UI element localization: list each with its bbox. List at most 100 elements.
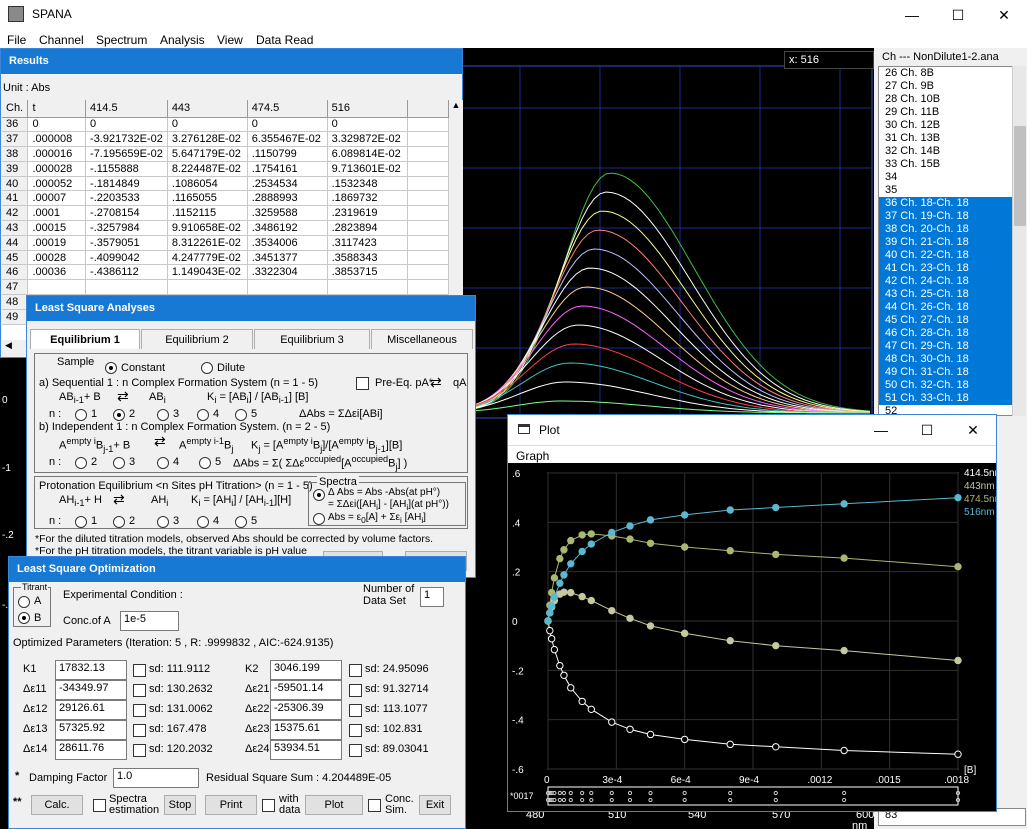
channel-list-item[interactable]: 33 Ch. 15B xyxy=(879,158,1025,171)
table-row[interactable]: 38.000016 -7.195659E-02 5.647179E-02.11507… xyxy=(2,146,449,162)
n-radio[interactable] xyxy=(157,516,169,528)
menu-data-read[interactable]: Data Read xyxy=(256,33,313,47)
table-cell[interactable]: .2534534 xyxy=(247,176,328,192)
spectra-estimation-checkbox[interactable] xyxy=(93,799,106,812)
table-cell[interactable]: 0 xyxy=(167,117,248,133)
table-cell[interactable]: 49 xyxy=(2,309,29,325)
channel-list-item[interactable]: 41 Ch. 23-Ch. 18 xyxy=(879,262,1025,275)
table-row[interactable]: 39.000028 -.1155888 8.224487E-02.1754161 9.… xyxy=(2,161,449,177)
n-radio[interactable] xyxy=(75,409,87,421)
channel-list-scrollbar[interactable] xyxy=(1012,66,1026,416)
channel-list-item[interactable]: 45 Ch. 27-Ch. 18 xyxy=(879,314,1025,327)
channel-list-item[interactable]: 27 Ch. 9B xyxy=(879,80,1025,93)
table-cell[interactable]: -.1155888 xyxy=(85,161,168,177)
spectra-abs-radio[interactable] xyxy=(313,513,325,525)
titrant-b-radio[interactable] xyxy=(18,612,30,624)
table-row[interactable]: 44.00019 -.3579051 8.312261E-02.3534006.31… xyxy=(2,235,449,251)
table-cell[interactable]: 37 xyxy=(2,131,29,148)
n-radio[interactable] xyxy=(113,409,125,421)
table-cell[interactable]: .3588343 xyxy=(327,250,408,266)
table-row[interactable]: 47 xyxy=(2,279,449,296)
num-data-input[interactable]: 1 xyxy=(420,587,444,607)
channel-list-item[interactable]: 38 Ch. 20-Ch. 18 xyxy=(879,223,1025,236)
table-cell[interactable]: 42 xyxy=(2,205,29,222)
n-radio[interactable] xyxy=(157,409,169,421)
channel-list-item[interactable]: 36 Ch. 18-Ch. 18 xyxy=(879,197,1025,210)
damping-input[interactable]: 1.0 xyxy=(113,768,199,788)
param-fix-checkbox[interactable] xyxy=(349,664,362,677)
table-cell[interactable]: -.4099042 xyxy=(85,250,168,266)
table-cell[interactable]: 0 xyxy=(27,117,87,133)
table-cell[interactable]: 0 xyxy=(247,117,328,133)
channel-list-item[interactable]: 51 Ch. 33-Ch. 18 xyxy=(879,392,1025,405)
table-row[interactable]: 40.000052 -.1814849.1086054.2534534.15323… xyxy=(2,176,449,192)
n-radio[interactable] xyxy=(197,516,209,528)
table-cell[interactable]: 5.647179E-02 xyxy=(167,146,248,162)
table-cell[interactable]: .00028 xyxy=(27,250,87,266)
table-cell[interactable]: .3259588 xyxy=(247,205,328,222)
channel-list-item[interactable]: 28 Ch. 10B xyxy=(879,93,1025,106)
n-radio[interactable] xyxy=(197,409,209,421)
table-cell[interactable]: 8.312261E-02 xyxy=(167,235,248,251)
channel-list-item[interactable]: 49 Ch. 31-Ch. 18 xyxy=(879,366,1025,379)
channel-list-item[interactable]: 48 Ch. 30-Ch. 18 xyxy=(879,353,1025,366)
table-cell[interactable]: 45 xyxy=(2,250,29,266)
table-cell[interactable]: 44 xyxy=(2,235,29,251)
table-cell[interactable]: 48 xyxy=(2,294,29,310)
table-cell[interactable]: .1150799 xyxy=(247,146,328,162)
table-cell[interactable]: .3486192 xyxy=(247,220,328,236)
n-radio[interactable] xyxy=(199,457,211,469)
table-cell[interactable]: 47 xyxy=(2,279,29,296)
table-cell[interactable]: .1086054 xyxy=(167,176,248,192)
table-cell[interactable]: .3322304 xyxy=(247,264,328,281)
param-fix-checkbox[interactable] xyxy=(349,704,362,717)
table-cell[interactable]: .00015 xyxy=(27,220,87,236)
channel-list[interactable]: 26 Ch. 8B 27 Ch. 9B 28 Ch. 10B 29 Ch. 11B 30… xyxy=(878,66,1026,416)
table-cell[interactable]: 41 xyxy=(2,190,29,207)
channel-list-item[interactable]: 34 xyxy=(879,171,1025,184)
table-row[interactable]: 45.00028 -.4099042 4.247779E-02.3451377.35… xyxy=(2,250,449,266)
table-cell[interactable]: 6.089814E-02 xyxy=(327,146,408,162)
plot-close-button[interactable]: ✕ xyxy=(950,415,996,445)
stop-button[interactable]: Stop xyxy=(164,795,196,815)
table-cell[interactable]: .1165055 xyxy=(167,190,248,207)
table-cell[interactable]: .00007 xyxy=(27,190,87,207)
table-row[interactable]: 41.00007 -.2203533.1165055.2888993.186973… xyxy=(2,190,449,207)
close-button[interactable]: ✕ xyxy=(981,0,1027,30)
channel-list-item[interactable]: 42 Ch. 24-Ch. 18 xyxy=(879,275,1025,288)
n-radio[interactable] xyxy=(75,516,87,528)
table-cell[interactable]: 40 xyxy=(2,176,29,192)
table-cell[interactable]: .3117423 xyxy=(327,235,408,251)
tab-miscellaneous[interactable]: Miscellaneous xyxy=(371,329,473,349)
table-cell[interactable]: 39 xyxy=(2,161,29,177)
spectra-delta-radio[interactable] xyxy=(313,489,325,501)
channel-list-item[interactable]: 44 Ch. 26-Ch. 18 xyxy=(879,301,1025,314)
param-value-input[interactable]: 53934.51 xyxy=(270,740,342,760)
plot-maximize-button[interactable]: ☐ xyxy=(904,415,950,445)
table-row[interactable]: 43.00015 -.3257984 9.910658E-02.3486192.28… xyxy=(2,220,449,236)
param-value-input[interactable]: 3046.199 xyxy=(270,660,342,680)
with-data-checkbox[interactable] xyxy=(262,799,275,812)
table-cell[interactable]: -.2708154 xyxy=(85,205,168,222)
table-cell[interactable]: 46 xyxy=(2,264,29,281)
menu-view[interactable]: View xyxy=(217,33,243,47)
table-cell[interactable]: .000028 xyxy=(27,161,87,177)
table-cell[interactable]: -3.921732E-02 xyxy=(85,131,168,148)
table-row[interactable]: 37.000008 -3.921732E-02 3.276128E-02 6.3554… xyxy=(2,131,449,148)
table-cell[interactable]: 8.224487E-02 xyxy=(167,161,248,177)
plot-minimize-button[interactable]: — xyxy=(858,415,904,445)
column-header[interactable]: 443 xyxy=(167,100,248,118)
menu-analysis[interactable]: Analysis xyxy=(160,33,205,47)
table-cell[interactable]: .2319619 xyxy=(327,205,408,222)
param-value-input[interactable]: 17832.13 xyxy=(55,660,127,680)
table-cell[interactable]: .000008 xyxy=(27,131,87,148)
table-cell[interactable]: -.1814849 xyxy=(85,176,168,192)
n-radio[interactable] xyxy=(75,457,87,469)
n-radio[interactable] xyxy=(113,516,125,528)
table-cell[interactable]: -.3257984 xyxy=(85,220,168,236)
menu-channel[interactable]: Channel xyxy=(39,33,84,47)
channel-list-item[interactable]: 32 Ch. 14B xyxy=(879,145,1025,158)
table-cell[interactable]: .2888993 xyxy=(247,190,328,207)
table-cell[interactable]: .3534006 xyxy=(247,235,328,251)
minimize-button[interactable]: — xyxy=(889,0,935,30)
